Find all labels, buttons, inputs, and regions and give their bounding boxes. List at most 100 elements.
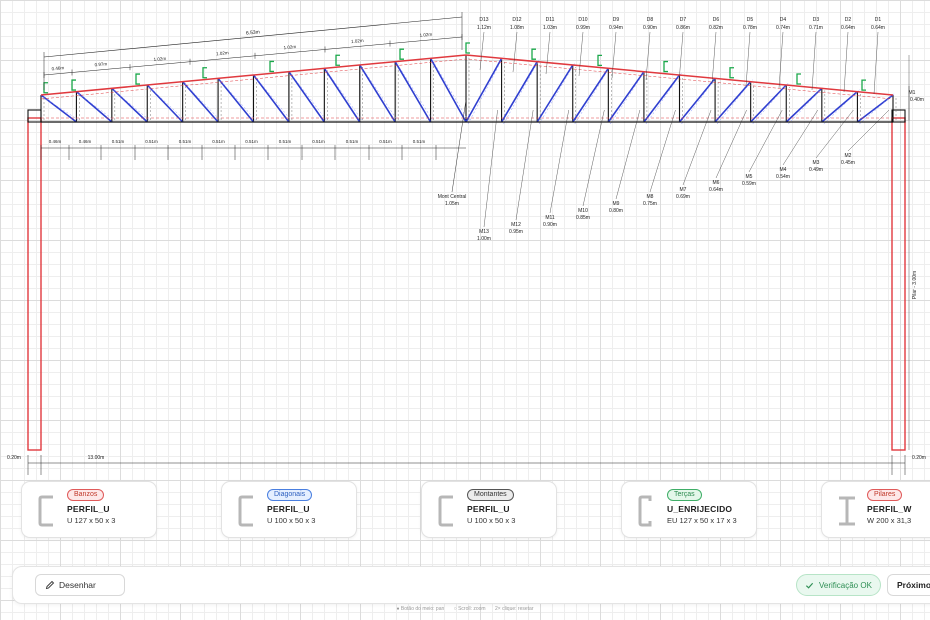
profile-dimensions: U 127 x 50 x 3 xyxy=(67,516,116,525)
diagonal-axis-line xyxy=(467,56,504,125)
diagonal-label-name: D8 xyxy=(647,17,654,23)
truss-diagonal xyxy=(359,64,396,123)
vertical-label-name: M7 xyxy=(680,187,687,193)
profile-card-tercas[interactable]: Terças U_ENRIJECIDO EU 127 x 50 x 17 x 3 xyxy=(621,481,757,538)
top-segment-label: 0.97m xyxy=(94,61,107,67)
diagonal-label-value: 1.08m xyxy=(510,25,524,31)
span-total-label: 13.00m xyxy=(88,455,105,461)
purlin-icon xyxy=(861,79,866,91)
truss-diagonal xyxy=(252,74,290,123)
purlin-icon xyxy=(71,79,76,91)
central-post-leader xyxy=(451,99,467,193)
diagonal-label-name: D10 xyxy=(578,17,587,23)
diagonal-axis-line xyxy=(538,62,575,125)
diagonal-leader xyxy=(745,31,751,87)
diagonal-leader xyxy=(611,31,617,79)
profile-badge: Pilares xyxy=(867,489,903,501)
truss-diagonal xyxy=(714,81,752,123)
bottom-segment-label: 0.51m xyxy=(312,139,325,144)
pillar-height-label: Pilar - 3.00m xyxy=(912,271,918,299)
vertical-label-value: 0.64m xyxy=(709,187,723,193)
diagonal-label-value: 0.99m xyxy=(576,25,590,31)
bottom-segment-label: 0.51m xyxy=(212,139,225,144)
purlin-icon xyxy=(269,60,274,73)
purlin-icon xyxy=(399,48,404,60)
vertical-label-name: M3 xyxy=(813,160,820,166)
central-post-name: Mont Central xyxy=(438,194,467,200)
diagonal-label-name: D4 xyxy=(780,17,787,23)
diagonal-axis-line xyxy=(645,72,682,125)
u-shape-icon xyxy=(38,495,53,527)
top-segment-label: 1.02m xyxy=(419,32,432,38)
bottom-segment-label: 0.51m xyxy=(413,139,426,144)
diagonal-leader xyxy=(578,31,584,77)
vertical-leader xyxy=(615,109,641,200)
vertical-label-name: M5 xyxy=(746,174,753,180)
diagonal-label-value: 0.71m xyxy=(809,25,823,31)
diagonal-axis-line xyxy=(610,69,647,125)
pillar-right xyxy=(891,117,906,451)
pillar-left xyxy=(27,117,42,451)
hint-reset: 2× clique: resetar xyxy=(494,606,534,612)
bottom-segment-label: 0.51m xyxy=(279,139,292,144)
verification-status-badge: Verificação OK xyxy=(796,574,881,596)
diagonal-axis-line xyxy=(255,76,292,121)
diagonal-label-name: D2 xyxy=(845,17,852,23)
diagonal-axis-line xyxy=(290,73,327,121)
diagonal-leader xyxy=(512,31,518,73)
diagonal-label-value: 0.82m xyxy=(709,25,723,31)
truss-diagonal xyxy=(429,57,467,123)
next-button-label: Próximo xyxy=(897,580,930,590)
vertical-label-name: M9 xyxy=(613,201,620,207)
profile-card-pilares[interactable]: Pilares PERFIL_W W 200 x 31,3 xyxy=(821,481,930,538)
diagonal-label-value: 0.86m xyxy=(676,25,690,31)
next-button[interactable]: Próximo xyxy=(887,574,930,596)
pencil-icon xyxy=(45,580,55,590)
diagonal-leader xyxy=(778,31,784,89)
i-shape-icon xyxy=(839,496,855,526)
diagonal-label-value: 0.74m xyxy=(776,25,790,31)
truss-diagonal xyxy=(182,81,219,123)
vertical-label-value: 0.49m xyxy=(809,167,823,173)
diagonal-axis-line xyxy=(219,80,256,121)
diagonal-axis-line xyxy=(432,60,469,121)
diagonal-label-name: D9 xyxy=(613,17,620,23)
diagonal-label-name: D6 xyxy=(713,17,720,23)
diagonal-axis-line xyxy=(396,63,433,121)
pillar-cap-left xyxy=(27,109,42,123)
canvas-hints: ● Botão do meio: pan ○ Scroll: zoom 2× c… xyxy=(0,606,930,612)
purlin-icon xyxy=(663,60,668,73)
diagonal-label-value: 0.78m xyxy=(743,25,757,31)
profile-dimensions: W 200 x 31,3 xyxy=(867,516,912,525)
top-segment-label: 1.02m xyxy=(351,38,364,44)
purlin-icon xyxy=(202,67,207,79)
u-shape-icon xyxy=(438,495,453,527)
vertical-label-value: 0.54m xyxy=(776,174,790,180)
diagonal-axis-line xyxy=(503,59,540,125)
profile-card-diagonais[interactable]: Diagonais PERFIL_U U 100 x 50 x 3 xyxy=(221,481,357,538)
vertical-label-name: M6 xyxy=(713,180,720,186)
diagonal-label-name: D1 xyxy=(875,17,882,23)
bottom-segment-label: 0.51m xyxy=(145,139,158,144)
profile-type: PERFIL_W xyxy=(867,504,912,514)
top-segment-label: 1.02m xyxy=(216,50,229,56)
diagonal-axis-line xyxy=(859,92,896,125)
truss-diagonal xyxy=(572,67,610,123)
diagonal-label-name: D7 xyxy=(680,17,687,23)
u-stiffened-shape-icon xyxy=(638,495,652,527)
diagonal-label-value: 0.64m xyxy=(871,25,885,31)
profile-card-montantes[interactable]: Montantes PERFIL_U U 100 x 50 x 3 xyxy=(421,481,557,538)
purlin-icon xyxy=(597,54,602,67)
profile-type: PERFIL_U xyxy=(267,504,310,514)
profile-badge: Diagonais xyxy=(267,489,313,501)
profile-badge: Terças xyxy=(667,489,702,501)
profile-badge: Banzos xyxy=(67,489,105,501)
diagonal-label-name: D3 xyxy=(813,17,820,23)
profile-card-banzos[interactable]: Banzos PERFIL_U U 127 x 50 x 3 xyxy=(21,481,157,538)
truss-diagonal xyxy=(394,61,432,123)
diagonal-label-value: 0.64m xyxy=(841,25,855,31)
draw-button[interactable]: Desenhar xyxy=(35,574,125,596)
truss-diagonal xyxy=(536,64,574,123)
top-chord-total-label: 6.53m xyxy=(246,29,260,36)
diagonal-label-name: D12 xyxy=(512,17,521,23)
